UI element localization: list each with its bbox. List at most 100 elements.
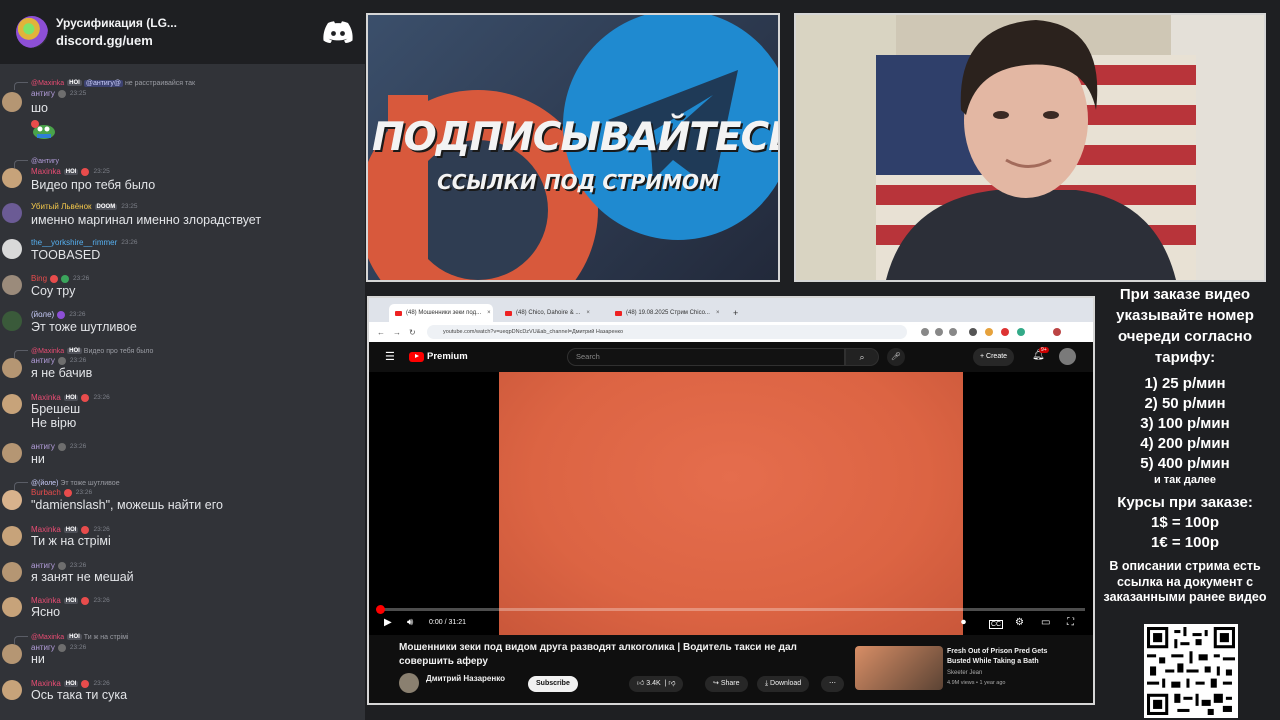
price-item: 4) 200 р/мин (1140, 435, 1230, 452)
avatar[interactable] (2, 275, 22, 295)
search-icon[interactable]: ⌕ (845, 348, 879, 366)
avatar[interactable] (2, 239, 22, 259)
channel-avatar[interactable] (399, 673, 419, 693)
avatar[interactable] (2, 562, 22, 582)
share-button[interactable]: ↪ Share (705, 676, 748, 692)
message-text: ни (31, 652, 45, 666)
username[interactable]: Bing (31, 274, 47, 283)
progress-scrubber[interactable] (376, 605, 385, 614)
browser-tab[interactable]: (48) Мошенники зеки под... × (389, 304, 493, 322)
url-field[interactable]: youtube.com/watch?v=ueqpDNcDzVU&ab_chann… (427, 325, 907, 339)
message-text: я занят не мешай (31, 570, 134, 584)
browser-tab[interactable]: (48) Chico, Dahoire & ... × (499, 304, 603, 322)
profile-icon[interactable] (1053, 328, 1061, 336)
volume-icon[interactable]: 🔊︎ (407, 617, 413, 628)
extension-icon[interactable] (1017, 328, 1025, 336)
forward-icon[interactable]: → (393, 328, 401, 337)
reply-preview[interactable]: @Maxinka HOI @антигу@ не расстраивайся так (14, 76, 195, 90)
recommended-thumbnail[interactable] (855, 646, 943, 690)
hamburger-menu-icon[interactable]: ☰ (385, 350, 395, 363)
recommended-title[interactable]: Fresh Out of Prison Pred Gets Busted Whi… (947, 647, 1067, 667)
extension-icon[interactable] (969, 328, 977, 336)
username[interactable]: Burbach (31, 488, 61, 497)
notification-count: 9+ (1039, 347, 1049, 353)
new-tab-button[interactable]: + (727, 304, 741, 322)
like-button[interactable]: 👍︎ 3.4K | 👎︎ (629, 676, 684, 692)
channel-name[interactable]: Дмитрий Назаренко (426, 674, 505, 683)
message-text: TOOBASED (31, 248, 101, 262)
username[interactable]: антигу (31, 442, 55, 451)
fullscreen-icon[interactable]: ⛶ (1067, 617, 1074, 628)
username[interactable]: the__yorkshire__rimmer (31, 238, 117, 247)
download-button[interactable]: ⤓ Download (757, 676, 810, 692)
reply-preview[interactable]: @антигу (14, 154, 59, 168)
theater-mode-icon[interactable]: ▭ (1041, 617, 1050, 628)
username[interactable]: антигу (31, 356, 55, 365)
progress-bar[interactable] (376, 605, 1085, 614)
avatar[interactable] (2, 168, 22, 188)
more-actions-button[interactable]: ⋯ (821, 676, 844, 692)
subscribe-banner: ПОДПИСЫВАЙТЕСЬ ССЫЛКИ ПОД СТРИМОМ (366, 13, 780, 282)
reply-preview[interactable]: @Maxinka HOI Ти ж на стрімі (14, 630, 128, 644)
avatar[interactable] (2, 394, 22, 414)
server-name: Урусификация (LG... (56, 16, 177, 30)
username[interactable]: антигу (31, 561, 55, 570)
extension-icon[interactable] (985, 328, 993, 336)
avatar[interactable] (2, 92, 22, 112)
username[interactable]: антигу (31, 89, 55, 98)
discord-chat-panel: Урусификация (LG... discord.gg/uem @Maxi… (0, 0, 365, 720)
extension-icon[interactable] (921, 328, 929, 336)
microphone-icon[interactable]: 🎤︎ (887, 348, 905, 366)
message-text: Ясно (31, 605, 61, 619)
video-player[interactable]: ▶ 🔊︎ 0:00 / 31:21 ⏺ CC ⚙ ▭ ⛶ (369, 372, 1093, 635)
username[interactable]: Maxinka (31, 679, 61, 688)
banner-title: ПОДПИСЫВАЙТЕСЬ (372, 115, 780, 160)
username[interactable]: Maxinka (31, 525, 61, 534)
settings-gear-icon[interactable]: ⚙ (1015, 617, 1024, 628)
recommended-views: 4.9M views • 1 year ago (947, 680, 1006, 686)
video-title: Мошенники зеки под видом друга разводят … (399, 642, 797, 667)
account-avatar[interactable] (1059, 348, 1076, 365)
bookmark-star-icon[interactable] (949, 328, 957, 336)
avatar[interactable] (2, 490, 22, 510)
username[interactable]: Maxinka (31, 393, 61, 402)
avatar[interactable] (2, 526, 22, 546)
username[interactable]: Maxinka (31, 596, 61, 605)
server-icon[interactable] (16, 16, 48, 48)
create-button[interactable]: + Create (973, 348, 1015, 366)
captions-icon[interactable]: CC (989, 620, 1004, 629)
server-invite-url[interactable]: discord.gg/uem (56, 33, 323, 48)
message-text: Не вірю (31, 416, 77, 430)
zoom-icon[interactable] (935, 328, 943, 336)
avatar[interactable] (2, 680, 22, 700)
video-frame (499, 372, 963, 635)
back-icon[interactable]: ← (377, 328, 385, 337)
reload-icon[interactable]: ↻ (409, 328, 416, 337)
pepe-emote-icon (31, 120, 55, 139)
avatar[interactable] (2, 644, 22, 664)
avatar[interactable] (2, 311, 22, 331)
username[interactable]: антигу (31, 643, 55, 652)
avatar[interactable] (2, 203, 22, 223)
search-input[interactable]: Search (567, 348, 845, 366)
browser-tab[interactable]: (48) 19.08.2025 Стрим Chico... × (609, 304, 721, 322)
avatar[interactable] (2, 597, 22, 617)
recommended-channel[interactable]: Skeeter Jean (947, 670, 982, 676)
autoplay-toggle[interactable]: ⏺ (961, 617, 966, 628)
avatar[interactable] (2, 358, 22, 378)
username[interactable]: Maxinka (31, 167, 61, 176)
youtube-logo[interactable]: Premium (409, 351, 468, 362)
discord-logo-icon (323, 21, 353, 43)
play-icon[interactable]: ▶ (384, 617, 392, 628)
username[interactable]: Убитый Львёнок (31, 202, 92, 211)
extension-icon[interactable] (1001, 328, 1009, 336)
browser-tabbar: (48) Мошенники зеки под... × (48) Chico, … (369, 298, 1093, 322)
qr-code-image[interactable] (1144, 624, 1238, 718)
price-item: 5) 400 р/мин (1140, 455, 1230, 472)
avatar[interactable] (2, 443, 22, 463)
message-text: Видео про тебя было (31, 178, 156, 192)
username[interactable]: (йоле) (31, 310, 54, 319)
subscribe-button[interactable]: Subscribe (528, 676, 578, 692)
message-text: я не бачив (31, 366, 93, 380)
youtube-header: ☰ Premium Search ⌕ 🎤︎ + Create 🔔︎ 9+ (369, 342, 1093, 372)
